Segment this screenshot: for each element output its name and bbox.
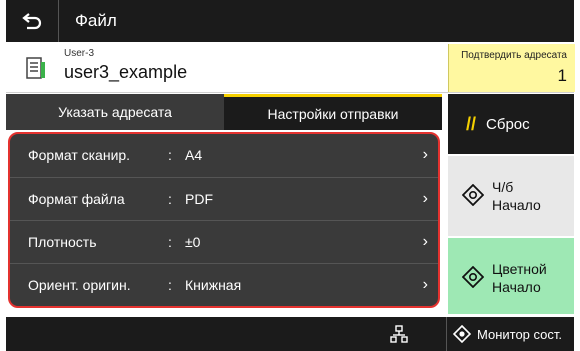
destination-user-small: User-3 [64,48,95,59]
destination-count: 1 [557,66,567,85]
chevron-right-icon: › [422,146,428,163]
bw-start-line2: Начало [492,197,541,213]
reset-label: Сброс [486,115,530,133]
setting-label: Ориент. оригин. [28,277,131,293]
setting-row-scan-size[interactable]: Формат сканир. : A4 › [10,134,438,176]
setting-label: Формат файла [28,191,125,207]
screen: Файл User-3 user3_example Подтвердить ад… [6,0,575,351]
page-title: Файл [75,11,117,30]
reset-icon: // [466,113,477,134]
status-monitor-label: Монитор сост. [477,326,563,342]
document-icon [26,57,45,79]
network-icon[interactable] [390,325,408,343]
setting-colon: : [168,147,172,163]
tab-bar: Указать адресата Настройки отправки [6,94,442,130]
setting-colon: : [168,277,172,293]
chevron-right-icon: › [422,233,428,250]
back-arrow-icon [22,13,42,30]
setting-colon: : [168,234,172,250]
chevron-right-icon: › [422,190,428,207]
color-start-line1: Цветной [492,261,547,277]
chevron-right-icon: › [422,276,428,293]
back-button[interactable] [6,0,59,42]
confirm-destination-label: Подтвердить адресата [461,50,567,61]
setting-label: Плотность [28,234,97,250]
start-diamond-icon [462,266,484,288]
setting-value: PDF [185,191,213,207]
color-start-line2: Начало [492,279,541,295]
color-start-button[interactable]: Цветной Начало [448,238,574,314]
title-bar: Файл [6,0,574,42]
tab-send-settings[interactable]: Настройки отправки [224,94,442,130]
setting-value: Книжная [185,277,242,293]
confirm-destination-button[interactable]: Подтвердить адресата 1 [448,44,575,92]
bw-start-label: Ч/б Начало [492,178,541,214]
bw-start-line1: Ч/б [492,179,514,195]
setting-colon: : [168,191,172,207]
setting-value: ±0 [185,234,201,250]
setting-row-file-format[interactable]: Формат файла : PDF › [10,177,438,220]
status-monitor-icon [453,325,471,343]
start-diamond-icon [462,184,484,206]
action-buttons: // Сброс Ч/б Начало Цветной Начало [448,94,574,317]
footer-bar: Монитор сост. [6,317,574,351]
setting-row-density[interactable]: Плотность : ±0 › [10,220,438,263]
color-start-label: Цветной Начало [492,260,547,296]
destination-user-name: user3_example [64,62,188,82]
bw-start-button[interactable]: Ч/б Начало [448,156,574,236]
setting-row-orientation[interactable]: Ориент. оригин. : Книжная › [10,263,438,306]
setting-label: Формат сканир. [28,147,131,163]
settings-list: Формат сканир. : A4 › Формат файла : PDF… [8,132,440,308]
status-monitor-button[interactable]: Монитор сост. [446,317,575,351]
tab-specify-destination[interactable]: Указать адресата [6,94,224,130]
reset-button[interactable]: // Сброс [448,94,574,154]
setting-value: A4 [185,147,203,163]
